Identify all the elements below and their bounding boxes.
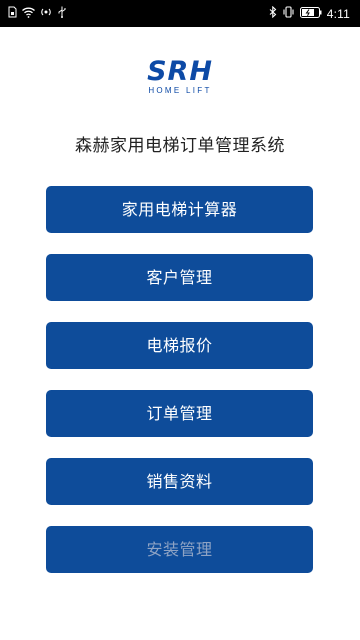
bottom-area xyxy=(0,580,360,640)
elevator-quote-button[interactable]: 电梯报价 xyxy=(46,322,313,369)
elevator-calculator-button[interactable]: 家用电梯计算器 xyxy=(46,186,313,233)
status-bar: 4:11 xyxy=(0,0,360,27)
sales-materials-button[interactable]: 销售资料 xyxy=(46,458,313,505)
wifi-icon xyxy=(22,7,35,21)
vibrate-icon xyxy=(282,6,295,21)
app-title: 森赫家用电梯订单管理系统 xyxy=(75,136,285,156)
usb-icon xyxy=(57,6,67,21)
hotspot-icon xyxy=(40,6,52,21)
logo-sub-text: HOME LIFT xyxy=(148,86,212,95)
battery-icon xyxy=(299,6,322,21)
main-menu: 家用电梯计算器 客户管理 电梯报价 订单管理 销售资料 安装管理 xyxy=(46,186,313,594)
srh-logo: SRH HOME LIFT xyxy=(0,58,360,96)
order-management-button[interactable]: 订单管理 xyxy=(46,390,313,437)
installation-management-button[interactable]: 安装管理 xyxy=(46,526,313,573)
logo-main-text: SRH xyxy=(147,56,213,87)
customer-management-button[interactable]: 客户管理 xyxy=(46,254,313,301)
status-right-icons: 4:11 xyxy=(269,5,350,21)
sim-icon xyxy=(8,6,17,21)
status-left-icons xyxy=(8,6,67,21)
status-time: 4:11 xyxy=(326,6,350,21)
bluetooth-icon xyxy=(269,5,277,21)
